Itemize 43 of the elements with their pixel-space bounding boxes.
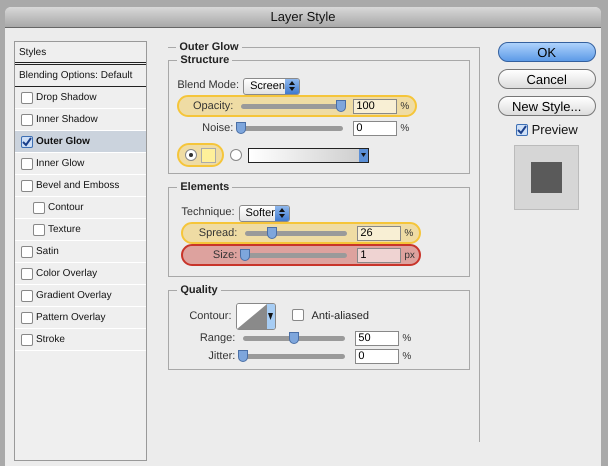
dialog-button[interactable]: Cancel: [498, 69, 596, 89]
slider-label: Jitter:: [207, 348, 236, 364]
slider-label: Noise:: [201, 120, 234, 136]
unit-label: px: [404, 248, 415, 262]
list-item[interactable]: Inner Glow: [15, 153, 146, 175]
dialog-button[interactable]: OK: [498, 42, 596, 62]
list-item[interactable]: Contour: [15, 197, 146, 219]
field-label: Technique:: [181, 204, 235, 220]
dropdown[interactable]: Softer: [238, 204, 290, 222]
list-item[interactable]: Pattern Overlay: [15, 307, 146, 329]
value-field[interactable]: 0: [353, 120, 398, 136]
unit-label: %: [400, 122, 410, 136]
checkbox-label: Preview: [532, 121, 578, 139]
list-item[interactable]: Satin: [15, 241, 146, 263]
dropdown[interactable]: Screen: [243, 78, 300, 95]
list-item[interactable]: Color Overlay: [15, 263, 146, 285]
unit-label: %: [402, 350, 412, 364]
slider-label: Opacity:: [192, 98, 234, 114]
value-field[interactable]: 100: [353, 98, 398, 114]
list-item[interactable]: Bevel and Emboss: [15, 175, 146, 197]
value-field[interactable]: 26: [357, 226, 402, 240]
group-title: Quality: [177, 282, 221, 298]
slider-label: Size:: [212, 248, 238, 263]
window-title: Layer Style: [270, 8, 336, 26]
checkbox-label: Anti-aliased: [312, 309, 370, 324]
list-item[interactable]: Stroke: [15, 329, 146, 351]
unit-label: %: [402, 332, 412, 346]
slider-label: Range:: [198, 330, 236, 346]
list-header: Styles: [15, 42, 146, 65]
unit-label: %: [404, 226, 414, 240]
unit-label: %: [400, 100, 410, 114]
field-label: Contour:: [189, 309, 232, 324]
list-item[interactable]: Drop Shadow: [15, 87, 146, 109]
slider-label: Spread:: [198, 226, 238, 241]
value-field[interactable]: 50: [355, 330, 400, 346]
list-item[interactable]: Blending Options: Default: [15, 65, 146, 87]
list-item[interactable]: Outer Glow: [15, 131, 146, 153]
list-item[interactable]: Texture: [15, 219, 146, 241]
list-item[interactable]: Gradient Overlay: [15, 285, 146, 307]
value-field[interactable]: 1: [357, 248, 402, 262]
value-field[interactable]: 0: [355, 348, 400, 364]
field-label: Blend Mode:: [177, 78, 240, 93]
dialog-button[interactable]: New Style...: [498, 96, 596, 116]
